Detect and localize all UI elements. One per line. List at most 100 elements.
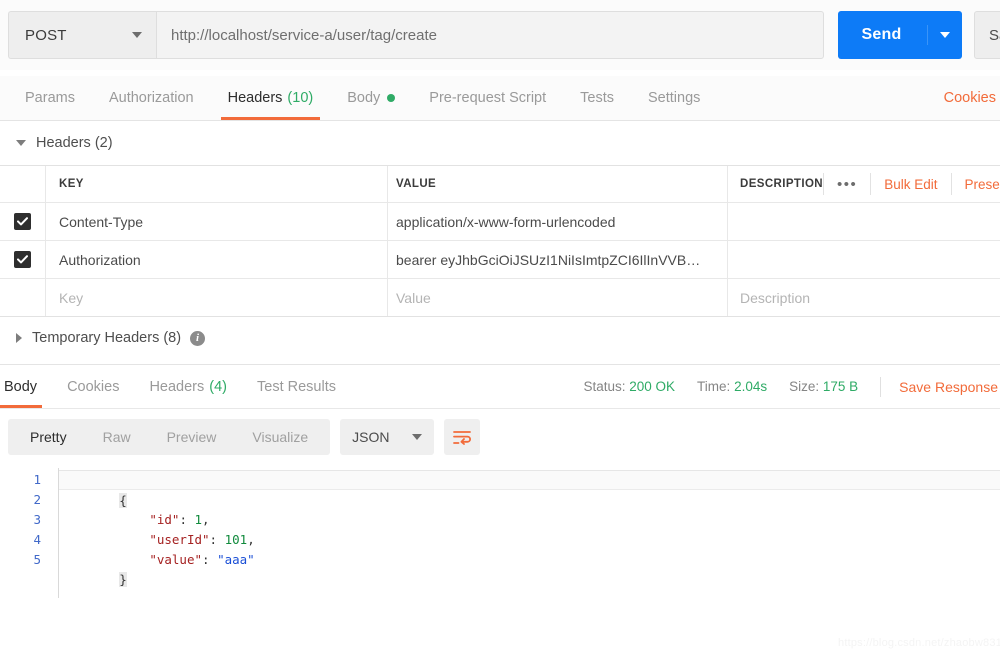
postman-window: POST http://localhost/service-a/user/tag… [0,0,1000,658]
size-label: Size: [789,379,820,394]
tab-tests[interactable]: Tests [563,76,631,120]
code-text: { [119,493,127,508]
header-col-key: KEY [46,166,388,202]
tab-label: Test Results [257,378,336,395]
word-wrap-button[interactable] [444,419,481,455]
line-number: 5 [33,552,41,567]
tab-label: Headers [227,90,283,106]
json-comma: , [202,512,210,527]
row-value-cell[interactable]: application/x-www-form-urlencoded [388,203,728,240]
send-button[interactable]: Send [838,11,962,59]
tab-label: Body [347,90,381,106]
row-value-cell[interactable]: bearer eyJhbGciOiJSUzI1NiIsImtpZCI6IlInV… [388,241,728,278]
code-line: "id": 1, [59,490,1000,527]
format-tab-group: Pretty Raw Preview Visualize [8,419,331,455]
response-tab-test-results[interactable]: Test Results [242,365,351,408]
row-checkbox-cell [0,279,46,316]
size-badge: Size: 175 B [789,379,858,394]
row-checkbox-cell [0,203,46,240]
status-label: Status: [583,379,626,394]
tab-label: Settings [647,90,701,106]
response-tabs: Body Cookies Headers (4) Test Results St… [0,365,1000,409]
tab-label: Pre-request Script [429,90,547,106]
row-key-cell[interactable]: Content-Type [46,203,388,240]
tab-authorization[interactable]: Authorization [92,76,211,120]
time-value: 2.04s [734,379,768,394]
chevron-down-icon [132,32,142,38]
response-body-code[interactable]: 1 2 3 4 5 { "id": 1, "userId": 101, "val… [0,468,1000,598]
json-key: "userId" [149,532,210,547]
response-format-toolbar: Pretty Raw Preview Visualize JSON [8,419,481,455]
send-button-label: Send [838,25,928,45]
send-options-button[interactable] [928,32,962,38]
row-checkbox[interactable] [14,251,31,268]
json-separator: : [209,532,225,547]
new-key-input[interactable]: Key [46,279,388,316]
tab-body[interactable]: Body [330,76,412,120]
column-label: DESCRIPTION [740,178,823,190]
save-button[interactable]: Save [974,11,1000,59]
new-description-placeholder: Description [740,289,811,306]
request-tabs: Params Authorization Headers (10) Body P… [0,76,1000,121]
row-value-value: bearer eyJhbGciOiJSUzI1NiIsImtpZCI6IlInV… [396,251,701,268]
format-tab-preview[interactable]: Preview [149,419,235,455]
tab-settings[interactable]: Settings [631,76,717,120]
chevron-down-icon [16,140,26,146]
tab-label: Authorization [108,90,194,106]
code-text: } [119,572,127,587]
save-response-link[interactable]: Save Response [899,379,998,395]
response-tab-headers[interactable]: Headers (4) [134,365,242,408]
content-type-label: JSON [352,429,390,445]
status-value: 200 OK [629,379,676,394]
response-tab-body[interactable]: Body [0,365,52,408]
status-badge: Status: 200 OK [583,379,675,394]
response-tab-cookies[interactable]: Cookies [52,365,134,408]
code-content[interactable]: { "id": 1, "userId": 101, "value": "aaa"… [58,468,1000,598]
format-tab-visualize[interactable]: Visualize [234,419,326,455]
chevron-down-icon [940,32,950,38]
row-description-cell[interactable] [728,241,1000,278]
format-tab-raw[interactable]: Raw [85,419,149,455]
row-key-cell[interactable]: Authorization [46,241,388,278]
format-tab-pretty[interactable]: Pretty [12,419,85,455]
new-description-input[interactable]: Description [728,279,1000,316]
tab-pre-request-script[interactable]: Pre-request Script [412,76,563,120]
cookies-link[interactable]: Cookies [944,76,1000,120]
line-number: 2 [33,492,41,507]
http-method-dropdown[interactable]: POST [8,11,156,59]
content-type-dropdown[interactable]: JSON [340,419,435,455]
row-checkbox-cell [0,241,46,278]
headers-table: KEY VALUE DESCRIPTION ••• Bulk Edit Pres… [0,165,1000,317]
row-value-value: application/x-www-form-urlencoded [396,213,616,230]
row-checkbox[interactable] [14,213,31,230]
info-icon[interactable]: i [190,330,206,346]
header-col-description: DESCRIPTION ••• Bulk Edit Presets [728,166,1000,202]
temporary-headers-title: Temporary Headers (8) [32,330,182,346]
http-method-label: POST [25,26,67,44]
bulk-edit-link[interactable]: Bulk Edit [870,173,950,195]
url-input[interactable]: http://localhost/service-a/user/tag/crea… [156,11,824,59]
json-separator: : [179,512,195,527]
headers-section-header[interactable]: Headers (2) [0,121,1000,165]
temporary-headers-section[interactable]: Temporary Headers (8) i [0,316,1000,360]
row-key-value: Authorization [59,251,141,268]
json-value: 1 [194,512,203,527]
new-key-placeholder: Key [59,289,84,306]
tab-label: Cookies [67,378,120,395]
json-value: 101 [224,532,248,547]
more-options-icon[interactable]: ••• [823,173,870,195]
time-badge: Time: 2.04s [697,379,767,394]
response-meta: Status: 200 OK Time: 2.04s Size: 175 B S… [561,365,1000,408]
table-row: Content-Type application/x-www-form-urle… [0,202,1000,240]
new-value-input[interactable]: Value [388,279,728,316]
tab-count: (10) [287,90,314,106]
row-description-cell[interactable] [728,203,1000,240]
presets-link[interactable]: Presets [950,173,1000,195]
tab-params[interactable]: Params [8,76,92,120]
code-line: { [59,470,1000,508]
column-label: KEY [59,178,84,190]
tab-headers[interactable]: Headers (10) [211,76,331,120]
tab-label: Tests [580,90,614,106]
